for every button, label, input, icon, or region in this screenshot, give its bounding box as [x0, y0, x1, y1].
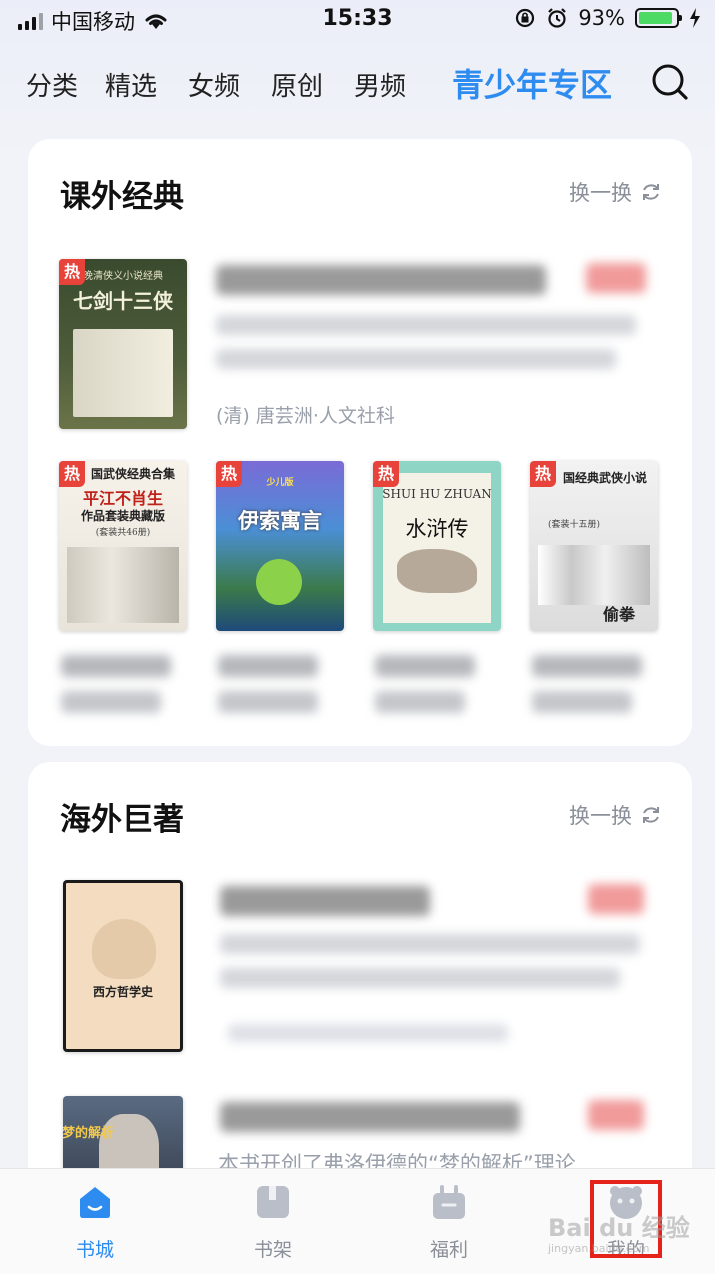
- cover-illustration: [256, 559, 302, 605]
- hot-badge: 热: [59, 461, 85, 487]
- battery-percent: 93%: [578, 6, 625, 30]
- book-title-blurred: [220, 886, 430, 916]
- charging-icon: [690, 8, 700, 28]
- book-cover-3[interactable]: 热 SHUI HU ZHUAN 水浒传: [373, 461, 501, 631]
- book-title-blurred: [532, 691, 632, 713]
- hot-badge: 热: [530, 461, 556, 487]
- book-title-blurred: [220, 1102, 520, 1132]
- cover-line3: 偷拳: [602, 605, 635, 624]
- desc-blurred: [216, 349, 616, 369]
- book-author-category: (清) 唐芸洲·人文社科: [216, 405, 395, 427]
- score-blurred: [588, 1100, 644, 1130]
- refresh-icon: [643, 184, 659, 200]
- book-cover-western-philosophy[interactable]: 西方哲学史: [63, 880, 183, 1052]
- desc-blurred: [216, 315, 636, 335]
- section-title: 课外经典: [60, 179, 184, 215]
- desc-blurred: [220, 934, 640, 954]
- bookshelf-icon: [257, 1186, 289, 1218]
- book-title-blurred: [218, 655, 318, 677]
- book-title-blurred: [61, 655, 171, 677]
- bookstore-icon: [80, 1187, 110, 1218]
- hot-badge: 热: [373, 461, 399, 487]
- refresh-button[interactable]: 换一换: [569, 800, 662, 830]
- cover-line2: 伊索寓言: [238, 508, 322, 533]
- cover-boxset-art: [73, 329, 173, 417]
- book-cover-featured[interactable]: 热 晚清侠义小说经典 七剑十三侠: [59, 259, 187, 429]
- status-bar: 中国移动 15:33 93%: [0, 0, 715, 38]
- refresh-label: 换一换: [569, 181, 632, 205]
- cover-title: 西方哲学史: [92, 985, 153, 999]
- watermark-logo: Bai du 经验: [548, 1214, 690, 1242]
- book-title-blurred: [216, 265, 546, 295]
- search-icon[interactable]: [650, 62, 690, 102]
- section-extracurricular-classics: 课外经典 换一换 热 晚清侠义小说经典 七剑十三侠 (清) 唐芸洲·人文社科 热…: [28, 139, 692, 746]
- tab-category[interactable]: 分类: [26, 66, 78, 103]
- cover-boxset-art: [67, 547, 179, 623]
- section-overseas-masterpieces: 海外巨著 换一换 西方哲学史 梦的解析 本书开创了弗洛伊德的“梦的解析”理论,: [28, 762, 692, 1222]
- hot-badge: 热: [59, 259, 85, 285]
- score-blurred: [588, 884, 644, 914]
- book-title-blurred: [218, 691, 318, 713]
- cover-line2: 水浒传: [405, 517, 469, 541]
- cover-title: 七剑十三侠: [73, 289, 173, 313]
- cover-line1: SHUI HU ZHUAN: [382, 487, 492, 501]
- section-title: 海外巨著: [60, 802, 184, 838]
- book-title-blurred: [375, 655, 475, 677]
- nav-benefits[interactable]: 福利: [404, 1183, 494, 1262]
- refresh-label: 换一换: [569, 804, 632, 828]
- cover-line2: 平江不肖生: [82, 489, 163, 508]
- nav-label: 福利: [429, 1239, 468, 1261]
- tab-featured[interactable]: 精选: [105, 66, 157, 103]
- cover-line4: (套装共46册): [95, 528, 151, 538]
- cover-portrait: [92, 919, 156, 979]
- book-cover-4[interactable]: 热 国经典武侠小说 (套装十五册) 偷拳: [530, 461, 658, 631]
- watermark-url: jingyan.baidu.com: [548, 1242, 650, 1255]
- tab-male[interactable]: 男频: [354, 66, 406, 103]
- nav-label: 书城: [75, 1239, 114, 1261]
- tab-youth-zone[interactable]: 青少年专区: [452, 60, 612, 106]
- book-title-blurred: [532, 655, 642, 677]
- nav-label: 书架: [253, 1239, 292, 1261]
- refresh-button[interactable]: 换一换: [569, 177, 662, 207]
- cover-boxset-art: [538, 545, 650, 605]
- gift-icon: [433, 1185, 465, 1219]
- cover-line3: 作品套装典藏版: [80, 509, 165, 523]
- cover-title: 梦的解析: [63, 1126, 114, 1141]
- refresh-icon: [643, 807, 659, 823]
- alarm-icon: [548, 8, 567, 28]
- meta-blurred: [228, 1024, 508, 1042]
- rotation-lock-icon: [516, 8, 535, 28]
- tab-female[interactable]: 女频: [188, 66, 240, 103]
- hot-badge: 热: [216, 461, 242, 487]
- nav-bookstore[interactable]: 书城: [50, 1183, 140, 1262]
- nav-bookshelf[interactable]: 书架: [228, 1183, 318, 1262]
- cover-line2: (套装十五册): [547, 520, 601, 530]
- book-cover-2[interactable]: 热 少儿版 伊索寓言: [216, 461, 344, 631]
- battery-icon: [635, 8, 682, 28]
- score-blurred: [586, 263, 646, 293]
- tab-original[interactable]: 原创: [271, 66, 323, 103]
- cover-illustration: [397, 549, 477, 593]
- desc-blurred: [220, 968, 620, 988]
- top-nav: 分类 精选 女频 原创 男频 青少年专区: [0, 58, 715, 108]
- book-title-blurred: [61, 691, 161, 713]
- book-title-blurred: [375, 691, 465, 713]
- book-cover-1[interactable]: 热 国武侠经典合集 平江不肖生 作品套装典藏版 (套装共46册): [59, 461, 187, 631]
